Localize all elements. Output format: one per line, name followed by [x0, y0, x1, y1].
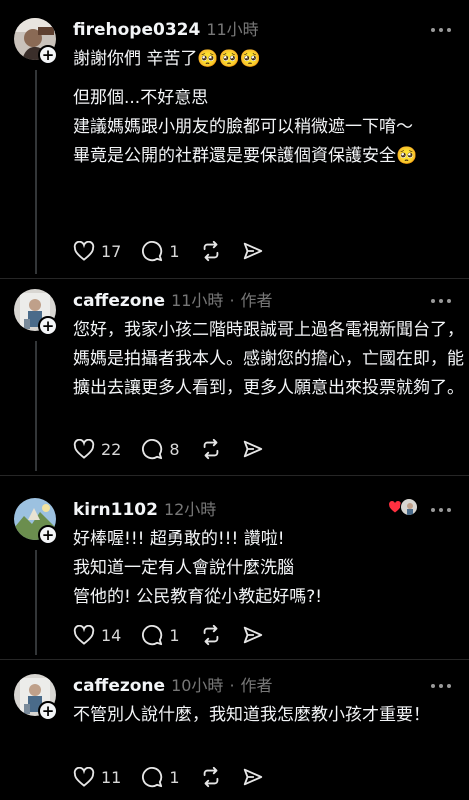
like-button[interactable]: 22	[73, 439, 121, 459]
follow-plus-icon[interactable]: +	[38, 701, 58, 721]
username[interactable]: caffezone	[73, 676, 165, 696]
creator-liked-indicator	[388, 498, 418, 516]
follow-plus-icon[interactable]: +	[38, 45, 58, 65]
username[interactable]: kirn1102	[73, 500, 158, 520]
share-icon	[243, 242, 262, 260]
comment-text: 畢竟是公開的社群還是要保護個資保護安全🥺	[73, 146, 418, 166]
comment-text: 不管別人說什麼，我知道我怎麼教小孩才重要！	[73, 705, 430, 725]
reply-count: 8	[169, 439, 180, 459]
separator-dot: ·	[229, 291, 235, 310]
timestamp: 10小時	[171, 676, 224, 695]
avatar[interactable]: +	[14, 289, 58, 336]
reply-count: 1	[169, 625, 180, 645]
comment-post: + caffezone 11小時 · 作者 您好，我家小孩二階時跟誠哥上過各電視…	[0, 279, 469, 475]
comment-text: 您好，我家小孩二階時跟誠哥上過各電視新聞台了，媽媽是拍攝者我本人。感謝您的擔心，…	[73, 320, 464, 398]
avatar[interactable]: +	[14, 674, 58, 721]
timestamp: 11小時	[171, 291, 224, 310]
repost-icon	[203, 438, 218, 460]
comment-text: 我知道一定有人會說什麼洗腦	[73, 558, 294, 578]
thread-line	[35, 341, 37, 471]
share-button[interactable]	[242, 624, 264, 646]
comment-icon	[142, 439, 163, 460]
repost-button[interactable]	[200, 240, 222, 262]
comment-text: 好棒喔!!! 超勇敢的!!! 讚啦!	[73, 529, 285, 549]
reply-count: 1	[169, 767, 180, 787]
comment-text: 建議媽媽跟小朋友的臉都可以稍微遮一下唷～	[73, 117, 413, 137]
share-icon	[243, 440, 262, 458]
thread-line	[35, 70, 37, 274]
heart-icon	[73, 439, 95, 459]
like-count: 14	[101, 625, 122, 645]
comment-text: 但那個...不好意思	[73, 88, 209, 108]
like-count: 11	[101, 767, 122, 787]
author-badge: 作者	[240, 291, 273, 310]
follow-plus-icon[interactable]: +	[38, 316, 58, 336]
more-icon[interactable]	[431, 24, 453, 36]
repost-button[interactable]	[200, 766, 222, 788]
reply-button[interactable]: 1	[141, 766, 180, 788]
heart-icon	[73, 767, 95, 787]
repost-icon	[203, 624, 218, 646]
share-button[interactable]	[242, 438, 264, 460]
comment-post: + kirn1102 12小時 好棒喔!!! 超勇敢的!!! 讚啦! 我知道一定…	[0, 476, 469, 659]
comment-text: 管他的! 公民教育從小教起好嗎?!	[73, 587, 323, 607]
repost-button[interactable]	[200, 438, 222, 460]
comment-post: + caffezone 10小時 · 作者 不管別人說什麼，我知道我怎麼教小孩才…	[0, 660, 469, 800]
separator-dot: ·	[229, 676, 235, 695]
avatar[interactable]: +	[14, 18, 58, 65]
heart-icon	[73, 625, 95, 645]
comment-icon	[142, 625, 163, 646]
username[interactable]: firehope0324	[73, 20, 200, 40]
like-count: 22	[101, 439, 122, 459]
share-button[interactable]	[242, 240, 264, 262]
timestamp: 12小時	[163, 500, 217, 519]
timestamp: 11小時	[206, 20, 259, 39]
comment-text: 謝謝你們 辛苦了🥺🥺🥺	[73, 49, 261, 69]
more-icon[interactable]	[431, 680, 453, 692]
author-badge: 作者	[240, 676, 273, 695]
reply-button[interactable]: 8	[141, 438, 180, 460]
avatar[interactable]: +	[14, 498, 58, 545]
more-icon[interactable]	[431, 504, 453, 516]
reply-button[interactable]: 1	[141, 624, 180, 646]
comment-post: + firehope0324 11小時 謝謝你們 辛苦了🥺🥺🥺 但那個...不好…	[0, 0, 469, 278]
username[interactable]: caffezone	[73, 291, 165, 311]
reply-button[interactable]: 1	[141, 240, 180, 262]
avatar	[400, 498, 418, 516]
like-button[interactable]: 11	[73, 767, 121, 787]
comment-icon	[142, 767, 163, 788]
like-button[interactable]: 17	[73, 241, 121, 261]
repost-icon	[203, 766, 218, 788]
more-icon[interactable]	[431, 295, 453, 307]
comment-icon	[142, 241, 163, 262]
reply-count: 1	[169, 241, 180, 261]
thread-line	[35, 550, 37, 655]
like-count: 17	[101, 241, 122, 261]
share-icon	[243, 768, 262, 786]
repost-icon	[203, 240, 218, 262]
follow-plus-icon[interactable]: +	[38, 525, 58, 545]
repost-button[interactable]	[200, 624, 222, 646]
share-button[interactable]	[242, 766, 264, 788]
like-button[interactable]: 14	[73, 625, 121, 645]
share-icon	[243, 626, 262, 644]
heart-icon	[73, 241, 95, 261]
